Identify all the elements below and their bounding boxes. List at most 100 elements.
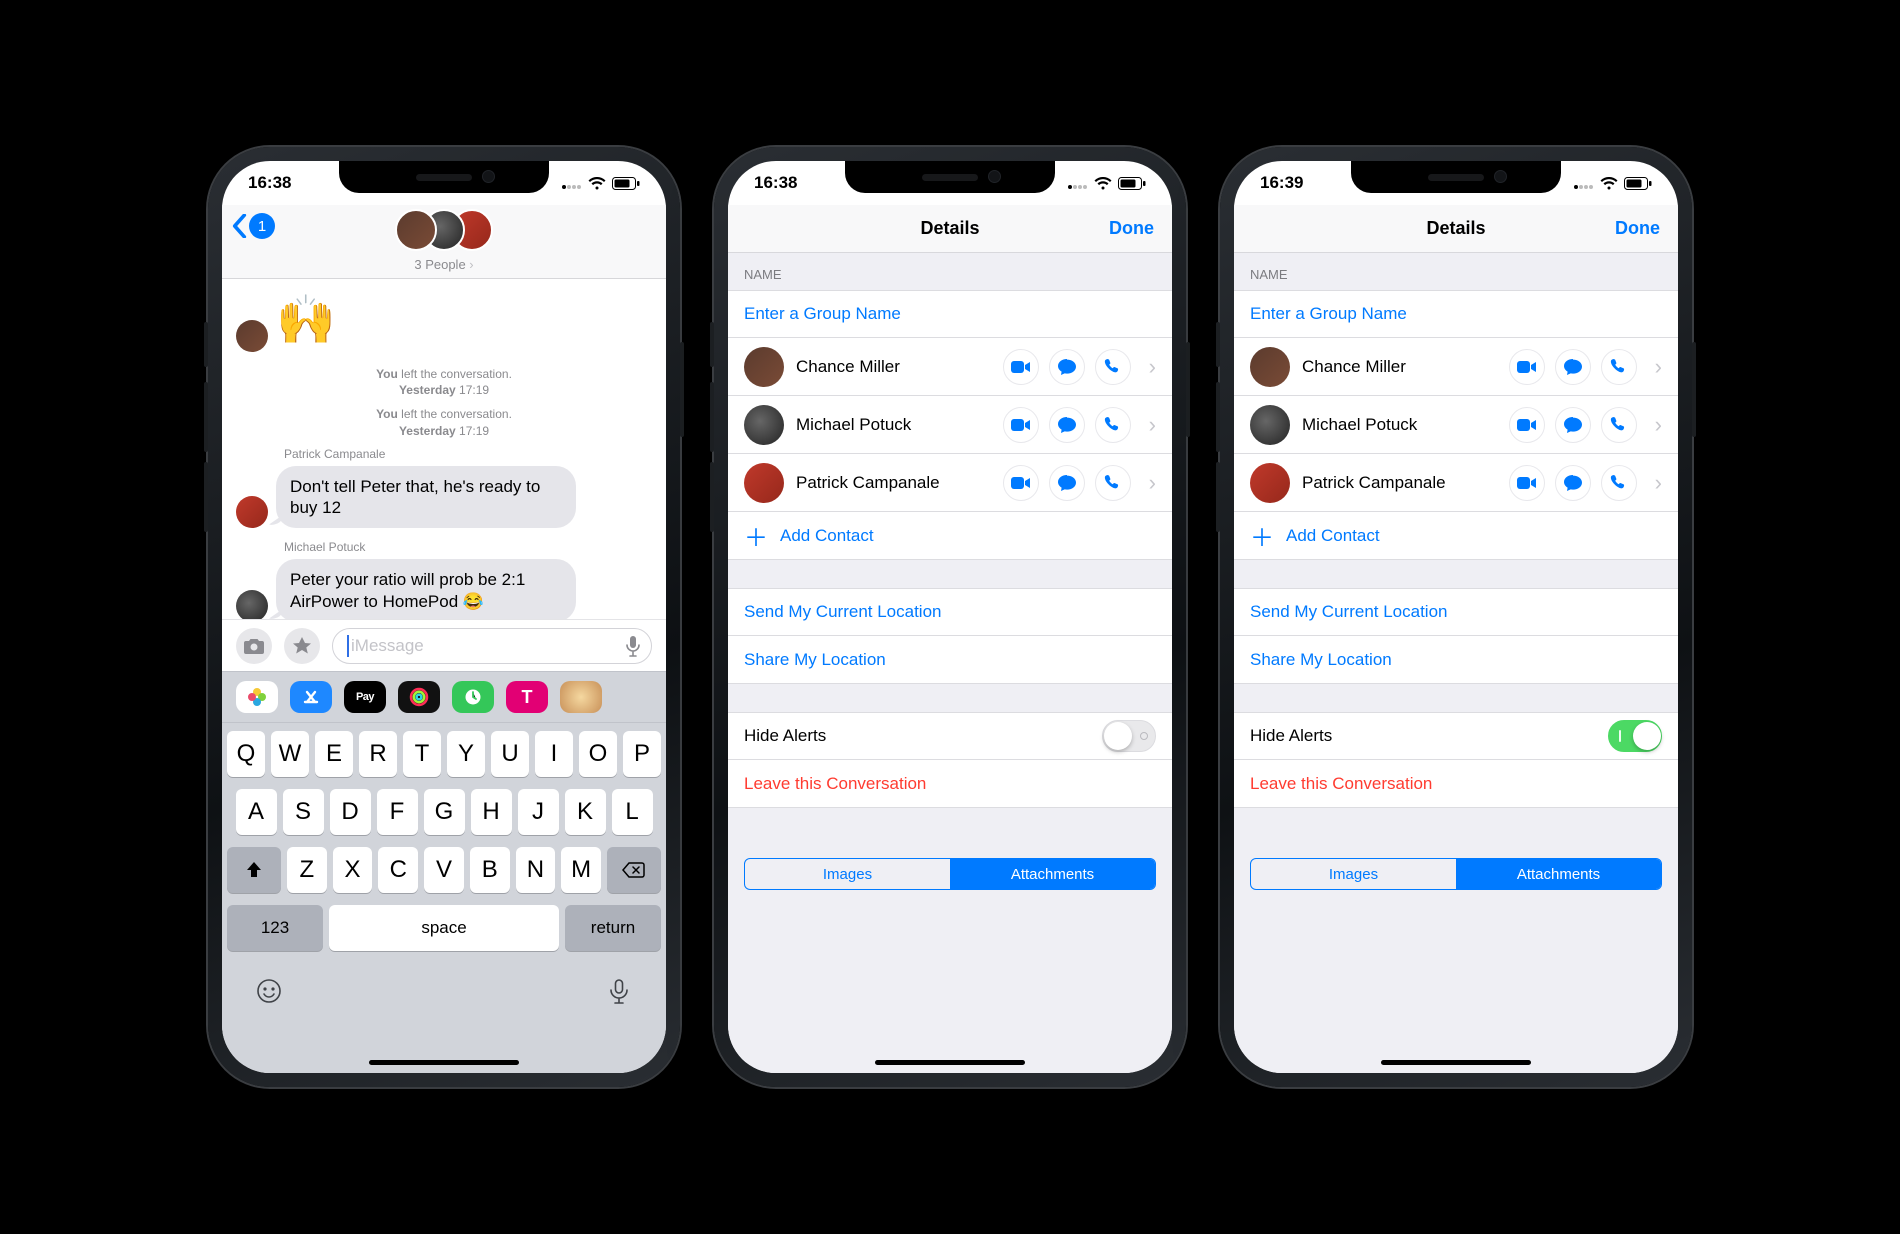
key-s[interactable]: S (283, 789, 324, 835)
chat-area[interactable]: 🙌 You left the conversation.Yesterday 17… (222, 279, 666, 633)
key-v[interactable]: V (424, 847, 464, 893)
message-input[interactable]: iMessage (332, 628, 652, 664)
people-count[interactable]: 3 People (414, 257, 473, 272)
home-indicator[interactable] (875, 1060, 1025, 1065)
back-button[interactable]: 1 (232, 213, 275, 239)
app-strip[interactable]: Pay T (222, 671, 666, 723)
key-k[interactable]: K (565, 789, 606, 835)
key-t[interactable]: T (403, 731, 441, 777)
app-applepay-icon[interactable]: Pay (344, 681, 386, 713)
segmented-control[interactable]: Images Attachments (1250, 858, 1662, 890)
key-b[interactable]: B (470, 847, 510, 893)
contact-row[interactable]: Chance Miller › (1234, 338, 1678, 396)
key-i[interactable]: I (535, 731, 573, 777)
details-content[interactable]: NAME Enter a Group Name Chance Miller › … (1234, 253, 1678, 1073)
message-bubble[interactable]: Peter your ratio will prob be 2:1 AirPow… (276, 559, 576, 622)
video-call-button[interactable] (1003, 349, 1039, 385)
app-animoji-icon[interactable] (560, 681, 602, 713)
message-button[interactable] (1555, 349, 1591, 385)
key-c[interactable]: C (378, 847, 418, 893)
key-space[interactable]: space (329, 905, 559, 951)
key-e[interactable]: E (315, 731, 353, 777)
video-call-button[interactable] (1003, 465, 1039, 501)
hide-alerts-toggle[interactable] (1102, 720, 1156, 752)
key-l[interactable]: L (612, 789, 653, 835)
leave-conversation-button[interactable]: Leave this Conversation (1234, 760, 1678, 808)
seg-images[interactable]: Images (745, 859, 950, 889)
key-w[interactable]: W (271, 731, 309, 777)
add-contact-button[interactable]: ＋Add Contact (728, 512, 1172, 560)
key-x[interactable]: X (333, 847, 373, 893)
message-button[interactable] (1049, 349, 1085, 385)
keyboard[interactable]: Q W E R T Y U I O P A S D F G H J K L (222, 723, 666, 1073)
key-return[interactable]: return (565, 905, 661, 951)
home-indicator[interactable] (369, 1060, 519, 1065)
message-button[interactable] (1555, 407, 1591, 443)
app-photos-icon[interactable] (236, 681, 278, 713)
group-name-input[interactable]: Enter a Group Name (1234, 290, 1678, 338)
call-button[interactable] (1601, 349, 1637, 385)
leave-conversation-button[interactable]: Leave this Conversation (728, 760, 1172, 808)
key-u[interactable]: U (491, 731, 529, 777)
key-n[interactable]: N (516, 847, 556, 893)
key-m[interactable]: M (561, 847, 601, 893)
app-appstore-icon[interactable] (290, 681, 332, 713)
key-y[interactable]: Y (447, 731, 485, 777)
group-name-input[interactable]: Enter a Group Name (728, 290, 1172, 338)
share-location-button[interactable]: Share My Location (1234, 636, 1678, 684)
camera-button[interactable] (236, 628, 272, 664)
message-button[interactable] (1049, 465, 1085, 501)
home-indicator[interactable] (1381, 1060, 1531, 1065)
key-r[interactable]: R (359, 731, 397, 777)
message-bubble[interactable]: Don't tell Peter that, he's ready to buy… (276, 466, 576, 529)
app-tmobile-icon[interactable]: T (506, 681, 548, 713)
key-p[interactable]: P (623, 731, 661, 777)
segmented-control[interactable]: Images Attachments (744, 858, 1156, 890)
call-button[interactable] (1095, 349, 1131, 385)
call-button[interactable] (1095, 465, 1131, 501)
key-backspace[interactable] (607, 847, 661, 893)
done-button[interactable]: Done (1615, 218, 1660, 239)
contact-row[interactable]: Chance Miller › (728, 338, 1172, 396)
video-call-button[interactable] (1003, 407, 1039, 443)
emoji-key-icon[interactable] (255, 977, 283, 1005)
message-button[interactable] (1555, 465, 1591, 501)
mic-icon[interactable] (625, 635, 641, 657)
app-clock-icon[interactable] (452, 681, 494, 713)
message-button[interactable] (1049, 407, 1085, 443)
group-avatars[interactable] (395, 209, 493, 251)
key-a[interactable]: A (236, 789, 277, 835)
seg-attachments[interactable]: Attachments (950, 859, 1155, 889)
seg-attachments[interactable]: Attachments (1456, 859, 1661, 889)
video-call-button[interactable] (1509, 349, 1545, 385)
key-123[interactable]: 123 (227, 905, 323, 951)
key-f[interactable]: F (377, 789, 418, 835)
send-location-button[interactable]: Send My Current Location (728, 588, 1172, 636)
seg-images[interactable]: Images (1251, 859, 1456, 889)
call-button[interactable] (1601, 465, 1637, 501)
key-shift[interactable] (227, 847, 281, 893)
dictate-key-icon[interactable] (605, 977, 633, 1005)
video-call-button[interactable] (1509, 407, 1545, 443)
send-location-button[interactable]: Send My Current Location (1234, 588, 1678, 636)
appstore-button[interactable] (284, 628, 320, 664)
add-contact-button[interactable]: ＋Add Contact (1234, 512, 1678, 560)
details-content[interactable]: NAME Enter a Group Name Chance Miller › … (728, 253, 1172, 1073)
call-button[interactable] (1601, 407, 1637, 443)
done-button[interactable]: Done (1109, 218, 1154, 239)
key-d[interactable]: D (330, 789, 371, 835)
contact-row[interactable]: Michael Potuck › (1234, 396, 1678, 454)
key-z[interactable]: Z (287, 847, 327, 893)
contact-row[interactable]: Patrick Campanale › (1234, 454, 1678, 512)
key-o[interactable]: O (579, 731, 617, 777)
key-j[interactable]: J (518, 789, 559, 835)
contact-row[interactable]: Michael Potuck › (728, 396, 1172, 454)
contact-row[interactable]: Patrick Campanale › (728, 454, 1172, 512)
hide-alerts-toggle[interactable] (1608, 720, 1662, 752)
key-g[interactable]: G (424, 789, 465, 835)
call-button[interactable] (1095, 407, 1131, 443)
key-h[interactable]: H (471, 789, 512, 835)
app-activity-icon[interactable] (398, 681, 440, 713)
key-q[interactable]: Q (227, 731, 265, 777)
video-call-button[interactable] (1509, 465, 1545, 501)
